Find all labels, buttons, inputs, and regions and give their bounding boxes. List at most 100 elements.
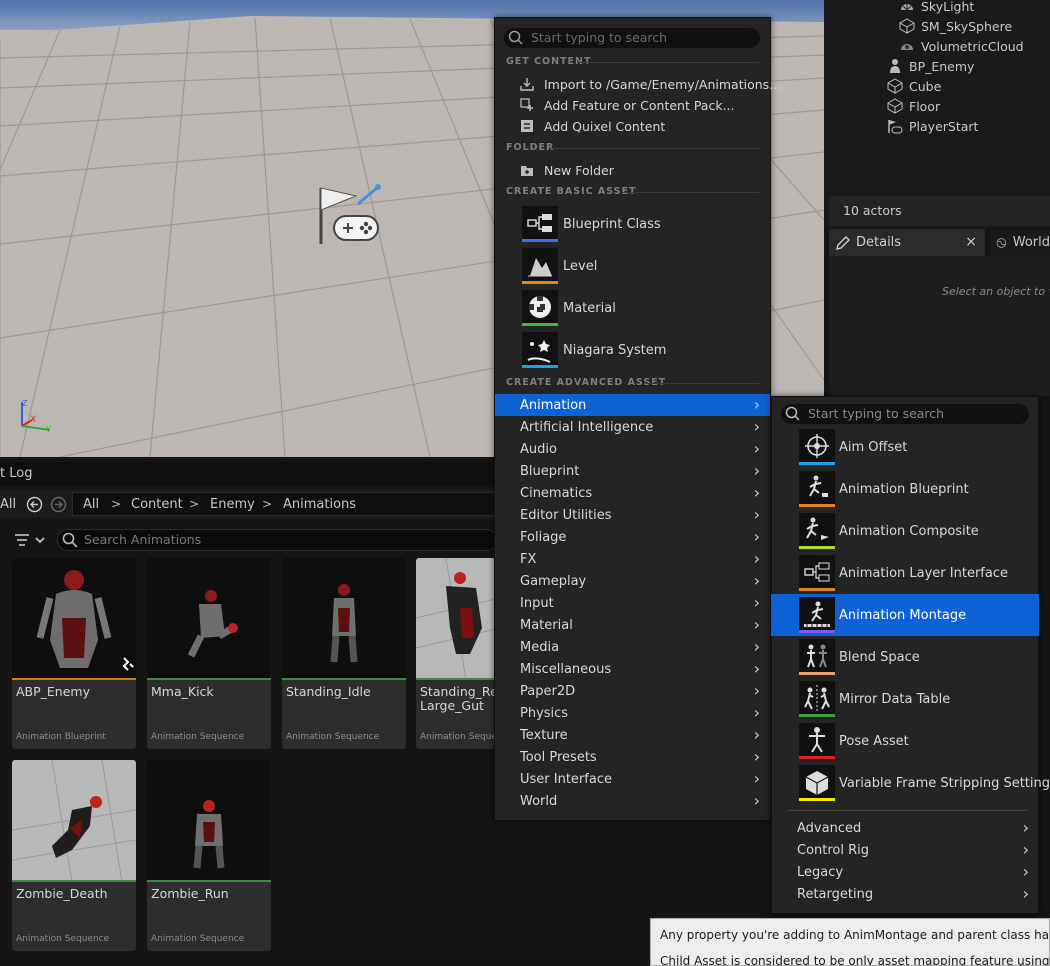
character-thumbnail-icon: [12, 760, 136, 882]
menu-search-placeholder: Start typing to search: [531, 30, 668, 45]
asset-tile-abp-enemy[interactable]: ABP_Enemy Animation Blueprint: [12, 558, 136, 749]
tab-output-log[interactable]: t Log: [0, 466, 32, 481]
blueprint-class-icon: [522, 206, 558, 242]
menu-item-media[interactable]: Media ›: [495, 636, 770, 658]
menu-item-import[interactable]: Import to /Game/Enemy/Animations...: [520, 75, 781, 93]
outliner-item-label: PlayerStart: [909, 118, 979, 134]
submenu-item-label: Variable Frame Stripping Settings: [839, 775, 1050, 791]
submenu-item-animation-composite[interactable]: Animation Composite: [771, 510, 1039, 552]
menu-item-artificial-intelligence[interactable]: Artificial Intelligence ›: [495, 416, 770, 438]
outliner-item-cube[interactable]: Cube: [887, 76, 941, 96]
asset-tile-zombie-run[interactable]: Zombie_Run Animation Sequence: [147, 760, 271, 951]
asset-name: Mma_Kick: [151, 684, 214, 699]
tab-world-settings[interactable]: World: [990, 229, 1050, 256]
outliner-item-skylight[interactable]: SkyLight: [899, 0, 974, 16]
menu-item-niagara-system[interactable]: Niagara System: [522, 331, 752, 369]
asset-tile-standing-react[interactable]: Standing_Rea Large_Gut Animation Sequenc…: [416, 558, 500, 749]
menu-item-paper2d[interactable]: Paper2D ›: [495, 680, 770, 702]
asset-type-bar: [416, 678, 500, 680]
breadcrumb-enemy[interactable]: Enemy: [210, 497, 255, 512]
submenu-item-variable-frame-stripping-settings[interactable]: Variable Frame Stripping Settings: [771, 762, 1050, 804]
chevron-right-icon: ›: [1022, 862, 1029, 881]
menu-item-user-interface[interactable]: User Interface ›: [495, 768, 770, 790]
forward-arrow-icon[interactable]: [50, 496, 67, 513]
menu-item-quixel[interactable]: Add Quixel Content: [520, 117, 665, 135]
material-icon: [522, 290, 558, 326]
mirror-data-table-icon: [799, 681, 835, 717]
menu-item-material[interactable]: Material: [522, 289, 752, 327]
asset-thumbnail: [147, 760, 271, 882]
asset-thumbnail: [416, 558, 500, 680]
character-thumbnail-icon: [330, 584, 358, 663]
animation-composite-icon: [799, 513, 835, 549]
menu-item-new-folder[interactable]: New Folder: [520, 161, 614, 179]
import-icon: [520, 78, 534, 91]
menu-item-editor-utilities[interactable]: Editor Utilities ›: [495, 504, 770, 526]
submenu-group-retargeting[interactable]: Retargeting ›: [771, 883, 1039, 905]
menu-item-add-feature-pack[interactable]: Add Feature or Content Pack...: [520, 96, 735, 114]
outliner-item-volumetriccloud[interactable]: VolumetricCloud: [899, 36, 1024, 56]
submenu-item-mirror-data-table[interactable]: Mirror Data Table: [771, 678, 1039, 720]
breadcrumb-all[interactable]: All: [83, 497, 99, 512]
menu-item-input[interactable]: Input ›: [495, 592, 770, 614]
asset-name: Standing_Rea Large_Gut: [420, 684, 500, 713]
menu-item-label: Media: [520, 639, 560, 655]
outliner-item-playerstart[interactable]: PlayerStart: [887, 116, 978, 136]
menu-item-blueprint-class[interactable]: Blueprint Class: [522, 205, 752, 243]
submenu-item-aim-offset[interactable]: Aim Offset: [771, 426, 1039, 468]
menu-item-gameplay[interactable]: Gameplay ›: [495, 570, 770, 592]
tab-details[interactable]: Details ×: [829, 229, 985, 256]
menu-item-label: Paper2D: [520, 683, 576, 699]
menu-item-label: Level: [563, 258, 598, 274]
submenu-item-animation-blueprint[interactable]: Animation Blueprint: [771, 468, 1039, 510]
asset-type: Animation Sequence: [16, 934, 110, 944]
asset-tile-standing-idle[interactable]: Standing_Idle Animation Sequence: [282, 558, 406, 749]
outliner-item-sm-skysphere[interactable]: SM_SkySphere: [899, 16, 1012, 36]
character-thumbnail-icon: [416, 558, 500, 680]
menu-item-label: Miscellaneous: [520, 661, 612, 677]
menu-item-texture[interactable]: Texture ›: [495, 724, 770, 746]
menu-item-animation[interactable]: Animation ›: [495, 394, 770, 416]
menu-item-blueprint[interactable]: Blueprint ›: [495, 460, 770, 482]
chevron-right-icon: >: [262, 497, 273, 511]
filter-icon[interactable]: [14, 532, 48, 548]
asset-thumbnail: [147, 558, 271, 680]
asset-color-bar: [522, 365, 558, 368]
close-icon[interactable]: ×: [965, 234, 977, 250]
details-empty-hint: Select an object to vi: [942, 285, 1050, 298]
menu-item-fx[interactable]: FX ›: [495, 548, 770, 570]
asset-tile-mma-kick[interactable]: Mma_Kick Animation Sequence: [147, 558, 271, 749]
submenu-item-pose-asset[interactable]: Pose Asset: [771, 720, 1039, 762]
menu-item-physics[interactable]: Physics ›: [495, 702, 770, 724]
menu-item-foliage[interactable]: Foliage ›: [495, 526, 770, 548]
submenu-item-label: Mirror Data Table: [839, 691, 951, 707]
outliner-item-bp-enemy[interactable]: BP_Enemy: [887, 56, 974, 76]
all-filter[interactable]: All: [0, 497, 16, 512]
menu-item-audio[interactable]: Audio ›: [495, 438, 770, 460]
menu-item-material[interactable]: Material ›: [495, 614, 770, 636]
asset-color-bar: [799, 504, 835, 507]
skylight-icon: [901, 4, 913, 11]
pencil-icon: [836, 235, 850, 250]
back-arrow-icon[interactable]: [26, 496, 43, 513]
asset-tile-zombie-death[interactable]: Zombie_Death Animation Sequence: [12, 760, 136, 951]
menu-item-world[interactable]: World ›: [495, 790, 770, 812]
breadcrumb-animations[interactable]: Animations: [283, 497, 356, 512]
asset-type: Animation Sequence: [151, 732, 245, 742]
submenu-group-label: Control Rig: [797, 842, 870, 858]
submenu-group-legacy[interactable]: Legacy ›: [771, 861, 1039, 883]
actor-count: 10 actors: [829, 196, 1050, 226]
breadcrumb-content[interactable]: Content: [131, 497, 183, 512]
submenu-group-advanced[interactable]: Advanced ›: [771, 817, 1039, 839]
menu-item-cinematics[interactable]: Cinematics ›: [495, 482, 770, 504]
submenu-item-animation-montage[interactable]: Animation Montage: [771, 594, 1039, 636]
menu-item-miscellaneous[interactable]: Miscellaneous ›: [495, 658, 770, 680]
menu-item-level[interactable]: Level: [522, 247, 752, 285]
submenu-group-control-rig[interactable]: Control Rig ›: [771, 839, 1039, 861]
menu-item-label: Material: [563, 300, 616, 316]
submenu-item-label: Aim Offset: [839, 439, 908, 455]
submenu-item-blend-space[interactable]: Blend Space: [771, 636, 1039, 678]
submenu-item-animation-layer-interface[interactable]: Animation Layer Interface: [771, 552, 1039, 594]
menu-item-tool-presets[interactable]: Tool Presets ›: [495, 746, 770, 768]
outliner-item-floor[interactable]: Floor: [887, 96, 940, 116]
